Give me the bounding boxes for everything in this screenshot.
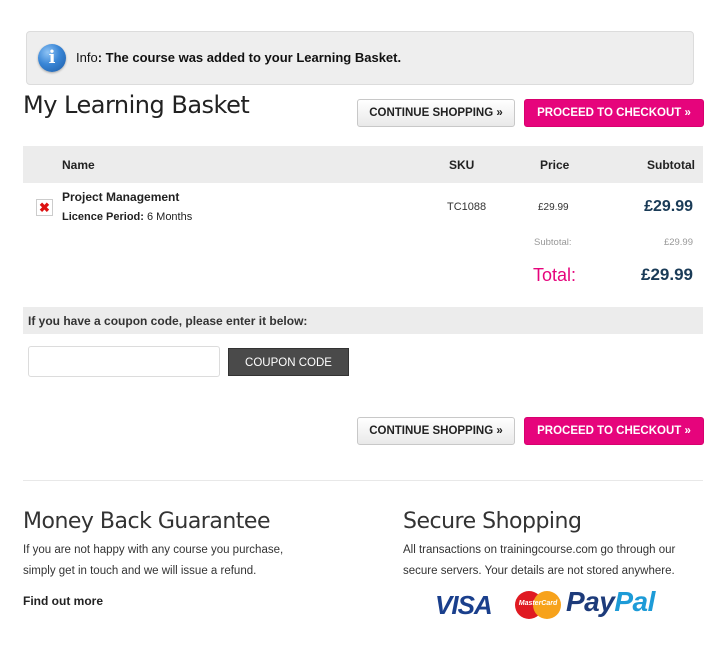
guarantee-text: If you are not happy with any course you… (23, 544, 284, 577)
subtotal-label: Subtotal: (534, 237, 572, 248)
visa-logo: VISA (435, 590, 493, 620)
secure-shopping-text: All transactions on trainingcourse.com g… (403, 544, 676, 577)
mastercard-logo: MasterCard (515, 591, 561, 619)
item-price: £29.99 (538, 202, 569, 213)
paypal-logo-part2: Pal (614, 586, 655, 617)
item-name: Project Management (62, 190, 180, 204)
total-label: Total: (533, 265, 577, 285)
continue-shopping-button-top[interactable]: CONTINUE SHOPPING » (357, 99, 515, 127)
coupon-prompt: If you have a coupon code, please enter … (28, 314, 308, 328)
info-notice: i Info: The course was added to your Lea… (26, 31, 694, 85)
proceed-to-checkout-button-bottom[interactable]: PROCEED TO CHECKOUT » (524, 417, 704, 445)
coupon-prompt-bar: If you have a coupon code, please enter … (23, 307, 703, 334)
find-out-more-link[interactable]: Find out more (23, 594, 103, 608)
proceed-to-checkout-button-top[interactable]: PROCEED TO CHECKOUT » (524, 99, 704, 127)
paypal-logo-part1: Pay (566, 586, 615, 617)
info-message-text: : The course was added to your Learning … (97, 50, 402, 65)
info-message: Info: The course was added to your Learn… (76, 50, 401, 65)
info-prefix: Info (76, 50, 98, 65)
column-header-price: Price (540, 158, 570, 172)
column-header-subtotal: Subtotal (647, 158, 695, 172)
subtotal-value: £29.99 (663, 237, 693, 248)
info-icon: i (38, 44, 66, 72)
page-title: My Learning Basket (23, 91, 250, 119)
remove-item-icon[interactable]: ✖ (36, 199, 53, 216)
licence-label: Licence Period: (62, 211, 144, 223)
coupon-code-button[interactable]: COUPON CODE (228, 348, 349, 376)
column-header-sku: SKU (449, 158, 475, 172)
item-sku: TC1088 (447, 201, 487, 213)
paypal-logo: PayPal (566, 586, 655, 618)
total-value: £29.99 (641, 265, 693, 284)
column-header-name: Name (62, 158, 95, 172)
licence-value: 6 Months (143, 211, 193, 223)
continue-shopping-button-bottom[interactable]: CONTINUE SHOPPING » (357, 417, 515, 445)
coupon-code-input[interactable] (28, 346, 220, 377)
footer-divider (23, 480, 703, 481)
basket-table-header: Name SKU Price Subtotal (23, 146, 703, 183)
mastercard-label: MasterCard (518, 600, 558, 607)
item-licence-period: Licence Period: 6 Months (62, 211, 192, 223)
secure-shopping-title: Secure Shopping (403, 509, 582, 534)
guarantee-title: Money Back Guarantee (23, 509, 270, 534)
item-subtotal: £29.99 (644, 198, 693, 215)
